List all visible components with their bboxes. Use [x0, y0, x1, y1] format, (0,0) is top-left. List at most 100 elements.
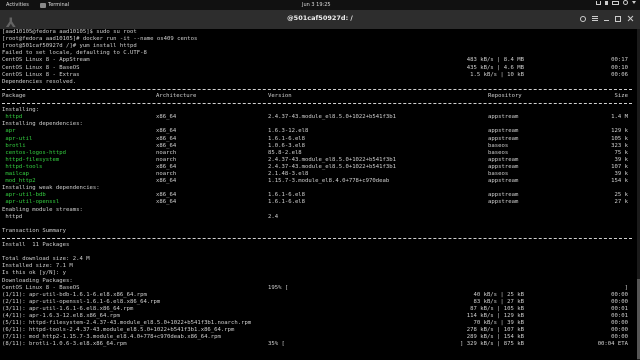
terminal-cell: CentOS Linux 8 - BaseOS — [2, 64, 80, 71]
terminal-cell: x86_64 — [156, 192, 177, 199]
terminal-line: apr-util x86_64 1.6.1-6.el8 appstream 105 k — [2, 136, 634, 143]
terminal-cell: appstream — [488, 135, 519, 142]
terminal-cell: appstream — [488, 192, 519, 199]
terminal-cell: ] — [624, 284, 628, 291]
separator-line — [2, 237, 632, 239]
terminal-cell: centos-logos-httpd — [2, 149, 66, 156]
terminal-cell: 195% [ — [268, 284, 289, 291]
terminal-line: httpd-filesystem noarch 2.4.37-43.module_e… — [2, 157, 634, 164]
clock[interactable]: Jun 3 19:25 — [302, 0, 331, 10]
terminal-line: mailcap noarch 2.1.48-3.el8 baseos 39 k — [2, 171, 634, 178]
terminal-line: apr-util-bdb x86_64 1.6.1-6.el8 appstream 25… — [2, 192, 634, 199]
terminal-cell: x86_64 — [156, 178, 177, 185]
terminal-cell: x86_64 — [156, 199, 177, 206]
battery-icon — [612, 0, 619, 5]
header-buttons — [580, 15, 634, 22]
terminal-line: (1/11): apr-util-bdb-1.6.1-6.el8.x86_64.… — [2, 292, 634, 299]
terminal-cell: x86_64 — [156, 135, 177, 142]
terminal-cell: 1.6.1-6.el8 — [268, 135, 306, 142]
power-icon — [623, 0, 628, 5]
terminal-cell: 154 k — [611, 178, 628, 185]
hamburger-menu-icon[interactable] — [592, 18, 598, 19]
terminal-cell: 278 kB/s | 107 kB — [466, 327, 524, 334]
terminal-cell: 35% [ — [268, 341, 285, 348]
terminal-cell: 1.6.1-6.el8 — [268, 192, 306, 199]
terminal-cell: 83 kB/s | 27 kB — [473, 298, 524, 305]
terminal-cell: 2.4.37-43.module_el8.5.0+1022+b541f3b1 — [268, 163, 396, 170]
terminal-cell: baseos — [488, 142, 509, 149]
terminal-output[interactable]: [aad10105@fedora aad10105]$ sudo su root… — [0, 29, 640, 360]
system-tray[interactable] — [596, 0, 636, 5]
terminal-line: (4/11): apr-1.6.3-12.el8.x86_64.rpm 114 k… — [2, 313, 634, 320]
terminal-cell: (4/11): apr-1.6.3-12.el8.x86_64.rpm — [2, 313, 120, 319]
separator-line — [2, 88, 632, 90]
terminal-cell: appstream — [488, 114, 519, 121]
terminal-line: (5/11): httpd-filesystem-2.4.37-43.modul… — [2, 320, 634, 327]
terminal-cell: (6/11): httpd-tools-2.4.37-43.module_el8… — [2, 327, 235, 334]
terminal-cell: 00:00 — [611, 320, 628, 327]
terminal-line: (6/11): httpd-tools-2.4.37-43.module_el8… — [2, 327, 634, 334]
terminal-cell: ] 329 kB/s | 875 kB — [460, 341, 524, 348]
terminal-line: Total download size: 2.4 M — [2, 256, 90, 263]
terminal-cell: 289 kB/s | 154 kB — [466, 334, 524, 341]
terminal-line: centos-logos-httpd noarch 85.8-2.el8 baseos… — [2, 150, 634, 157]
terminal-line: httpd-tools x86_64 2.4.37-43.module_el8.5.… — [2, 164, 634, 171]
terminal-line: (3/11): apr-util-1.6.1-6.el8.x86_64.rpm 8… — [2, 306, 634, 313]
terminal-cell: Package — [2, 92, 26, 99]
terminal-line: (7/11): mod_http2-1.15.7-3.module_el8.4.… — [2, 334, 634, 341]
terminal-line: Is this ok [y/N]: y — [2, 270, 66, 277]
terminal-cell: httpd — [2, 114, 23, 121]
terminal-cell: 1.5 kB/s | 10 kB — [470, 71, 524, 78]
maximize-icon[interactable] — [615, 15, 621, 22]
app-menu[interactable]: Terminal — [40, 0, 69, 10]
minimize-icon[interactable] — [604, 20, 609, 21]
volume-icon — [605, 0, 608, 5]
terminal-cell: 1.0.6-3.el8 — [268, 142, 306, 149]
app-name: Terminal — [48, 2, 70, 8]
terminal-cell: 00:10 — [611, 64, 628, 71]
chevron-down-icon — [632, 1, 636, 4]
terminal-cell: 2.4 — [268, 213, 279, 220]
terminal-cell: 483 kB/s | 8.4 MB — [466, 57, 524, 64]
terminal-line: Enabling module streams: — [2, 206, 83, 213]
terminal-cell: 2.4.37-43.module_el8.5.0+1022+b541f3b1 — [268, 156, 396, 163]
terminal-cell: httpd-filesystem — [2, 156, 60, 163]
terminal-cell: (8/11): brotli-1.0.6-3.el8.x86_64.rpm — [2, 341, 127, 348]
terminal-cell: 00:00 — [611, 327, 628, 334]
terminal-cell: noarch — [156, 149, 177, 156]
terminal-cell: baseos — [488, 171, 509, 177]
terminal-line: CentOS Linux 8 - Extras 1.5 kB/s | 10 kB 0… — [2, 72, 634, 79]
terminal-line: Package Architecture Version Repository Size — [2, 93, 634, 100]
activities-button[interactable]: Activities — [6, 0, 29, 10]
terminal-cell: (5/11): httpd-filesystem-2.4.37-43.modul… — [2, 320, 252, 327]
terminal-cell: CentOS Linux 8 - BaseOS — [2, 284, 80, 291]
terminal-line: [aad10105@fedora aad10105]$ sudo su root — [2, 29, 137, 35]
terminal-cell: 114 kB/s | 129 kB — [466, 313, 524, 319]
terminal-cell: apr-util-openssl — [2, 199, 60, 206]
terminal-cell: Size — [614, 92, 628, 99]
terminal-cell: brotli — [2, 142, 26, 149]
terminal-line: Failed to set locale, defaulting to C.UT… — [2, 50, 147, 57]
terminal-cell: (2/11): apr-util-openssl-1.6.1-6.el8.x86… — [2, 298, 161, 305]
search-icon[interactable] — [580, 15, 586, 22]
terminal-cell: 2.4.37-43.module_el8.5.0+1022+b541f3b1 — [268, 114, 396, 121]
terminal-cell: noarch — [156, 156, 177, 163]
terminal-header-bar: @501caf50927d: / — [0, 10, 640, 29]
terminal-cell: 75 k — [614, 149, 628, 156]
terminal-cell: apr-util — [2, 135, 33, 142]
terminal-line: brotli x86_64 1.0.6-3.el8 baseos 323 k — [2, 143, 634, 150]
terminal-cell: httpd — [2, 213, 23, 220]
terminal-cell: x86_64 — [156, 163, 177, 170]
terminal-cell: 1.6.1-6.el8 — [268, 199, 306, 206]
terminal-cell: apr-util-bdb — [2, 192, 46, 199]
terminal-cell: 00:01 — [611, 305, 628, 312]
terminal-line: [root@501caf50927d /]# yum install httpd — [2, 43, 137, 50]
terminal-cell: 00:06 — [611, 71, 628, 78]
terminal-cell: 00:17 — [611, 57, 628, 64]
terminal-cell: 85.8-2.el8 — [268, 149, 302, 156]
terminal-cell: 00:00 — [611, 334, 628, 341]
terminal-cell: noarch — [156, 171, 177, 177]
close-icon[interactable] — [627, 15, 634, 22]
terminal-cell: appstream — [488, 199, 519, 206]
